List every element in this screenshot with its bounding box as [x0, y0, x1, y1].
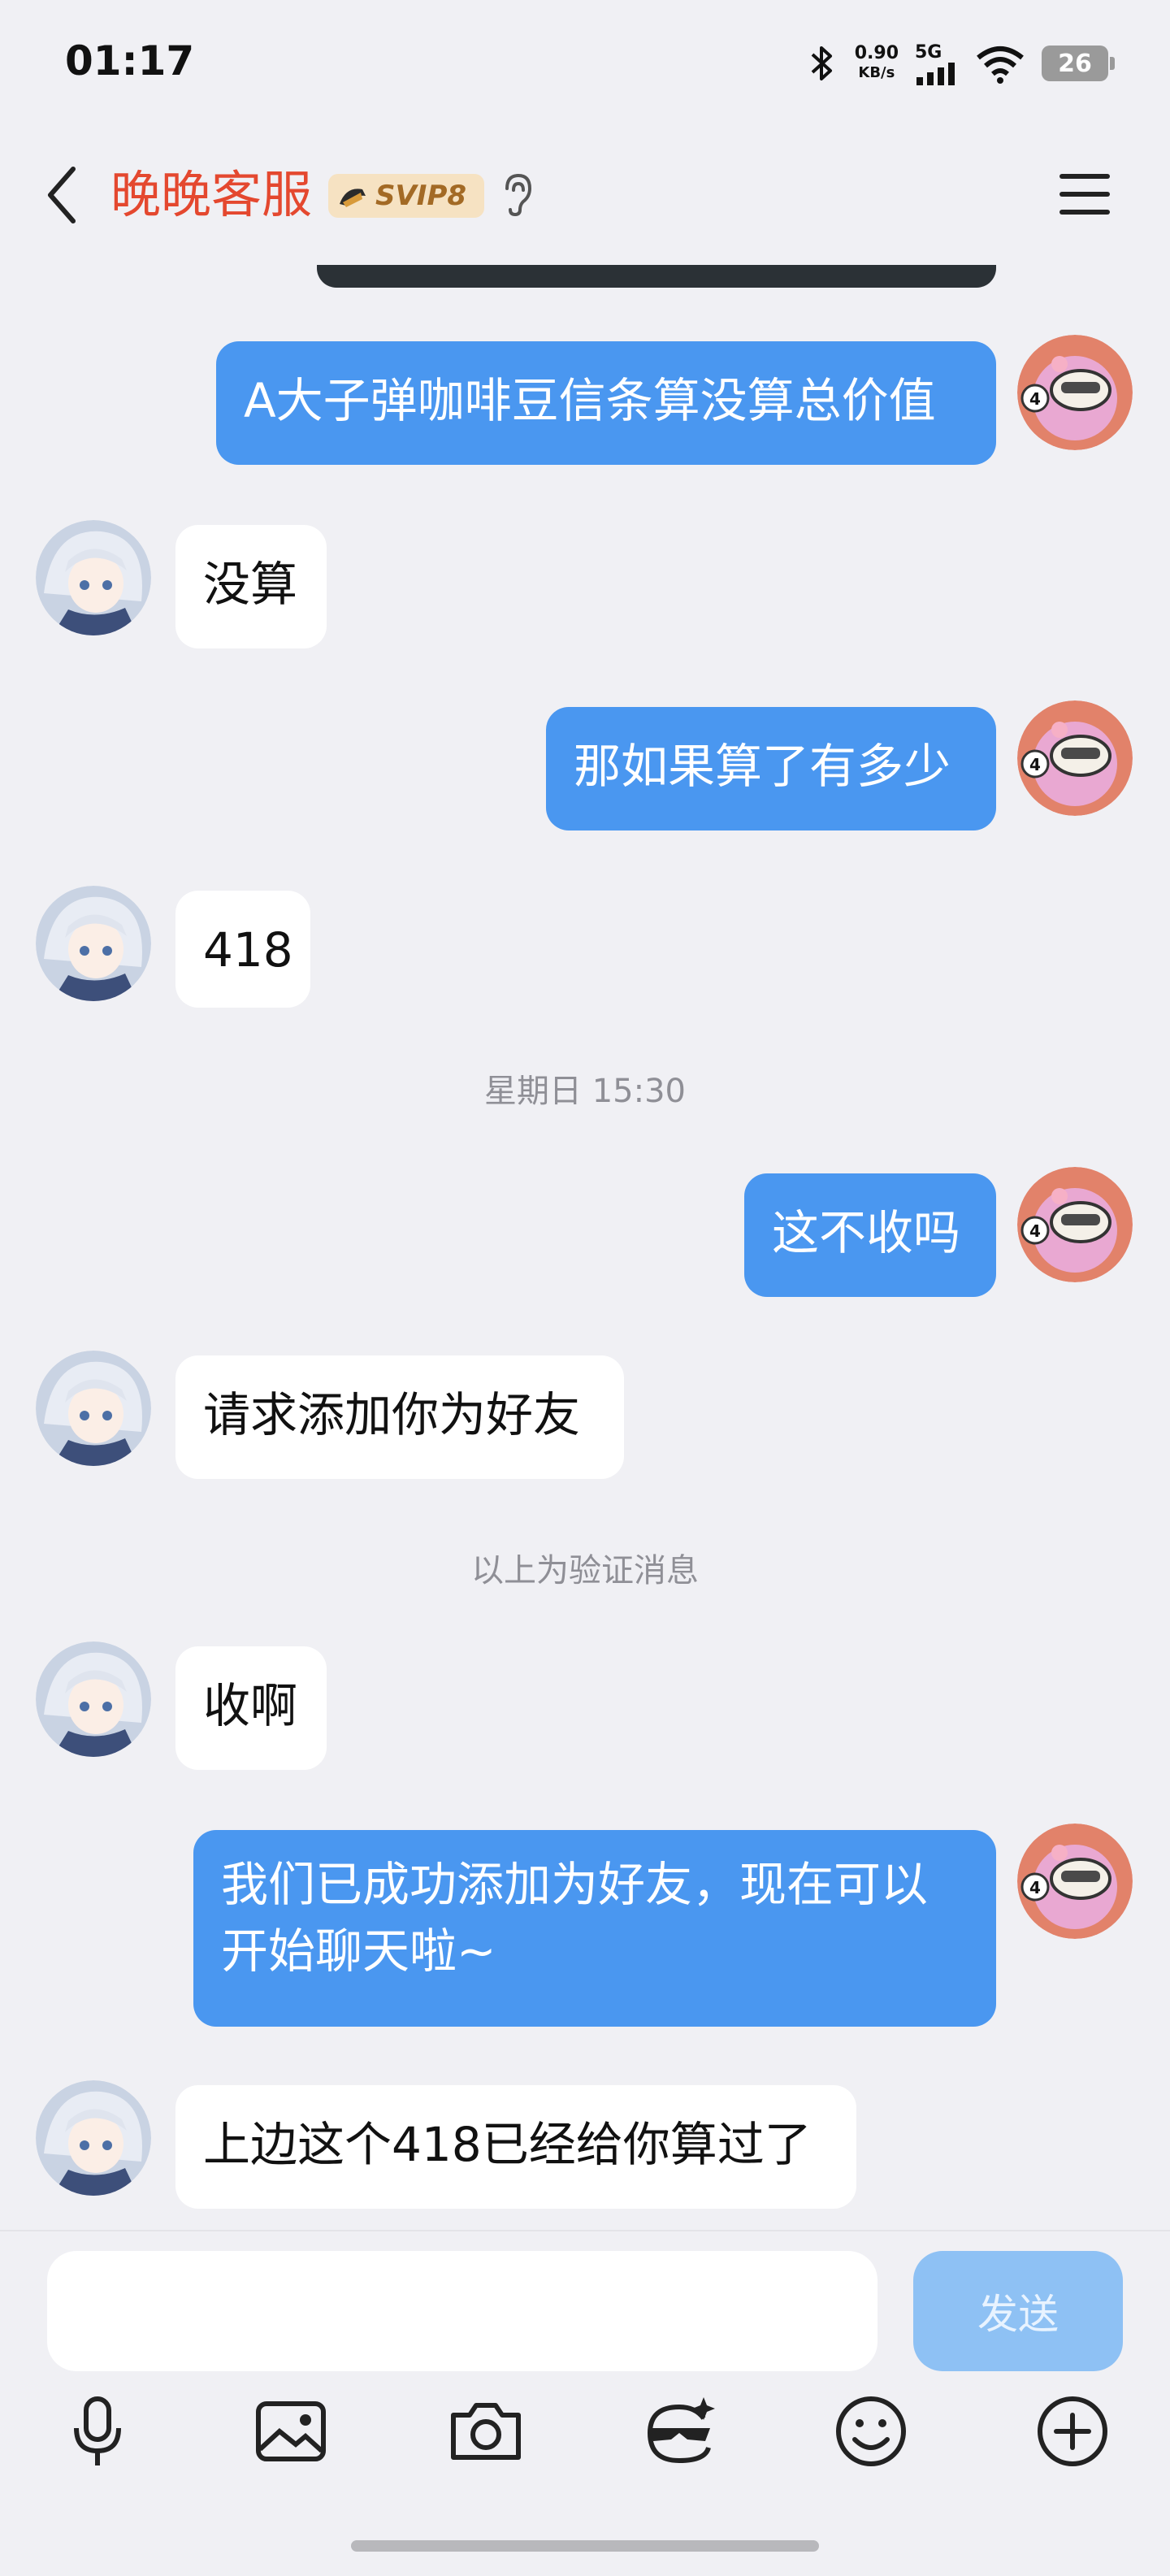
send-button[interactable]: 发送 [913, 2251, 1123, 2371]
previous-image-message[interactable] [317, 265, 996, 288]
timestamp-separator: 星期日 15:30 [484, 1073, 686, 1110]
message-bubble-incoming[interactable]: 上边这个418已经给你算过了 [176, 2085, 856, 2209]
svg-text:4: 4 [1029, 755, 1041, 774]
camera-icon[interactable] [445, 2391, 526, 2472]
message-bubble-outgoing[interactable]: 那如果算了有多少 [546, 707, 996, 830]
svg-text:4: 4 [1029, 1221, 1041, 1241]
message-bubble-outgoing[interactable]: 这不收吗 [744, 1173, 996, 1297]
composer-toolbar [0, 2391, 1170, 2480]
my-avatar[interactable]: 4 [1017, 700, 1133, 816]
status-bar: 01:17 0.90 KB/s 5G 26 [0, 0, 1170, 130]
chat-header: 晚晚客服 SVIP8 [0, 130, 1170, 267]
net-speed: 0.90 KB/s [854, 43, 899, 82]
network-type: 5G [915, 41, 942, 63]
message-input[interactable] [47, 2251, 878, 2371]
message-bubble-outgoing[interactable]: A大子弹咖啡豆信条算没算总价值 [216, 341, 996, 465]
contact-avatar[interactable] [36, 2080, 151, 2196]
svg-text:4: 4 [1029, 389, 1041, 409]
battery-indicator: 26 [1042, 46, 1115, 81]
ear-icon[interactable] [499, 172, 536, 218]
composer: 发送 [0, 2230, 1170, 2576]
contact-avatar[interactable] [36, 1351, 151, 1466]
chat-title[interactable]: 晚晚客服 [110, 163, 312, 228]
my-avatar[interactable]: 4 [1017, 335, 1133, 450]
vip-badge[interactable]: SVIP8 [328, 174, 485, 218]
vip-crown-icon [340, 189, 366, 207]
signal-icon [916, 62, 955, 85]
menu-icon[interactable] [1056, 169, 1113, 219]
status-icons: 0.90 KB/s 5G 26 [806, 39, 1115, 88]
back-arrow-icon[interactable] [39, 163, 88, 228]
my-avatar[interactable]: 4 [1017, 1167, 1133, 1282]
message-bubble-incoming[interactable]: 请求添加你为好友 [176, 1355, 624, 1479]
plus-icon[interactable] [1032, 2391, 1113, 2472]
sticker-icon[interactable] [639, 2391, 720, 2472]
microphone-icon[interactable] [57, 2391, 138, 2472]
message-bubble-incoming[interactable]: 没算 [176, 525, 327, 648]
contact-avatar[interactable] [36, 886, 151, 1001]
verification-separator: 以上为验证消息 [471, 1552, 699, 1589]
cellular-signal: 5G [915, 42, 959, 85]
contact-avatar[interactable] [36, 520, 151, 635]
emoji-icon[interactable] [830, 2391, 912, 2472]
my-avatar[interactable]: 4 [1017, 1824, 1133, 1939]
bluetooth-icon [811, 46, 832, 80]
status-time: 01:17 [65, 37, 195, 85]
message-bubble-outgoing[interactable]: 我们已成功添加为好友，现在可以开始聊天啦~ [193, 1830, 996, 2027]
svg-text:4: 4 [1029, 1878, 1041, 1897]
message-bubble-incoming[interactable]: 收啊 [176, 1646, 327, 1770]
wifi-icon [977, 46, 1024, 84]
home-indicator[interactable] [351, 2540, 819, 2552]
message-bubble-incoming[interactable]: 418 [176, 891, 310, 1008]
image-icon[interactable] [250, 2391, 332, 2472]
vip-badge-label: SVIP8 [375, 180, 467, 212]
contact-avatar[interactable] [36, 1641, 151, 1757]
